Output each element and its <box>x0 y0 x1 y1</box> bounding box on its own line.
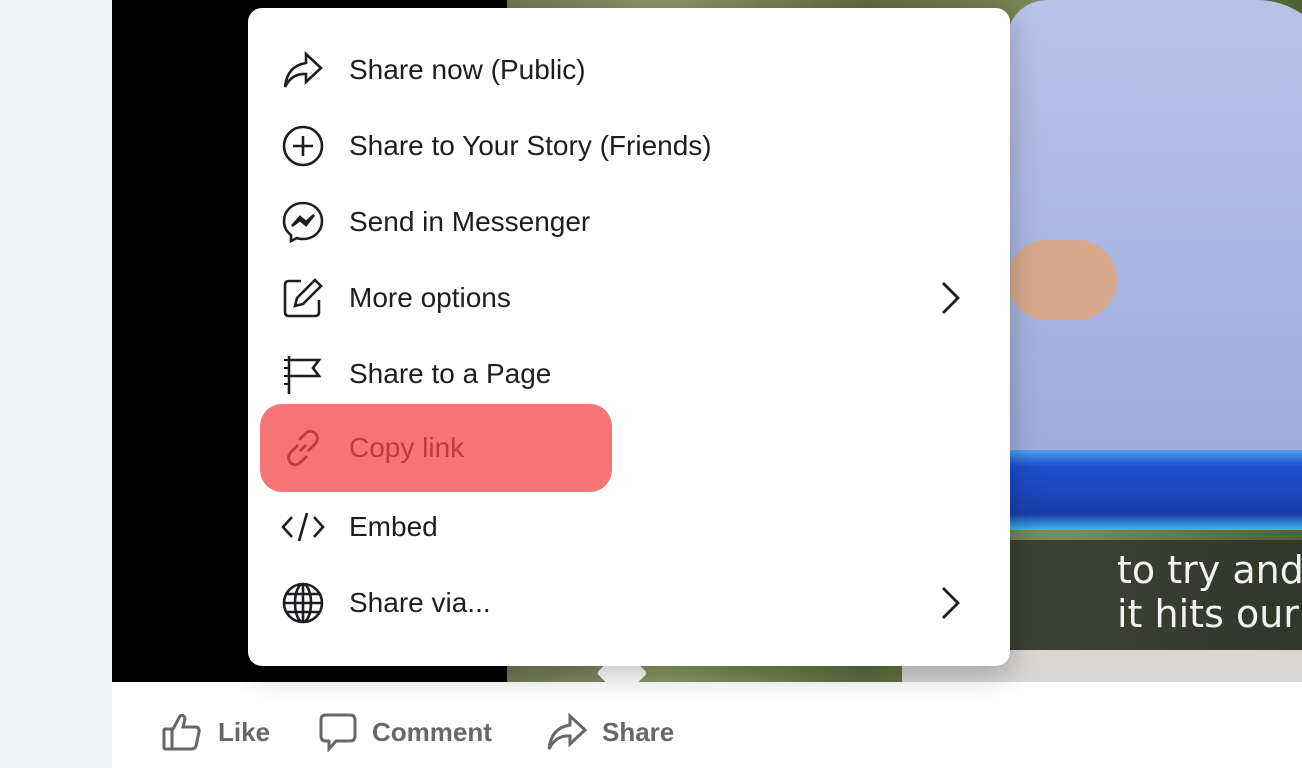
thumbs-up-icon <box>162 713 201 751</box>
share-menu: Share now (Public) Share to Your Story (… <box>248 8 1010 666</box>
link-icon <box>280 425 326 471</box>
chevron-right-icon <box>938 585 962 626</box>
menu-item-label: Share now (Public) <box>349 54 586 85</box>
video-hand <box>1007 240 1117 320</box>
menu-item-share-story[interactable]: Share to Your Story (Friends) <box>260 108 998 184</box>
subtitle-line-2: it hits our defe <box>1117 592 1302 636</box>
menu-item-share-page[interactable]: Share to a Page <box>260 336 998 412</box>
menu-item-share-via[interactable]: Share via... <box>260 565 998 641</box>
menu-item-messenger[interactable]: Send in Messenger <box>260 184 998 260</box>
menu-item-label: Share to Your Story (Friends) <box>349 130 712 161</box>
comment-button[interactable]: Comment <box>318 712 492 752</box>
video-graphic <box>1007 450 1302 530</box>
menu-item-share-now[interactable]: Share now (Public) <box>260 32 998 108</box>
like-label: Like <box>218 716 271 747</box>
menu-item-label: Share via... <box>349 587 491 618</box>
plus-circle-icon <box>280 123 326 169</box>
share-button[interactable]: Share <box>546 712 674 752</box>
like-button[interactable]: Like <box>162 712 270 752</box>
menu-item-label: Send in Messenger <box>349 206 591 237</box>
menu-item-copy-link[interactable]: Copy link <box>260 404 612 492</box>
code-icon <box>280 504 326 550</box>
messenger-icon <box>280 199 326 245</box>
share-label: Share <box>602 716 675 747</box>
subtitle-line-1: to try and stop <box>1117 548 1302 592</box>
globe-icon <box>280 580 326 626</box>
menu-item-embed[interactable]: Embed <box>260 489 998 565</box>
menu-item-more-options[interactable]: More options <box>260 260 998 336</box>
share-arrow-icon <box>547 712 588 750</box>
chevron-right-icon <box>938 280 962 321</box>
menu-item-label: Share to a Page <box>349 358 552 389</box>
menu-item-label: Embed <box>349 511 438 542</box>
menu-item-label: Copy link <box>349 432 465 463</box>
video-person <box>1007 0 1302 460</box>
menu-item-label: More options <box>349 282 511 313</box>
comment-label: Comment <box>372 716 492 747</box>
share-arrow-icon <box>280 47 326 93</box>
post-actions: Like Comment Share <box>112 682 1302 768</box>
edit-icon <box>280 275 326 321</box>
flag-icon <box>280 351 326 397</box>
comment-icon <box>319 713 357 752</box>
